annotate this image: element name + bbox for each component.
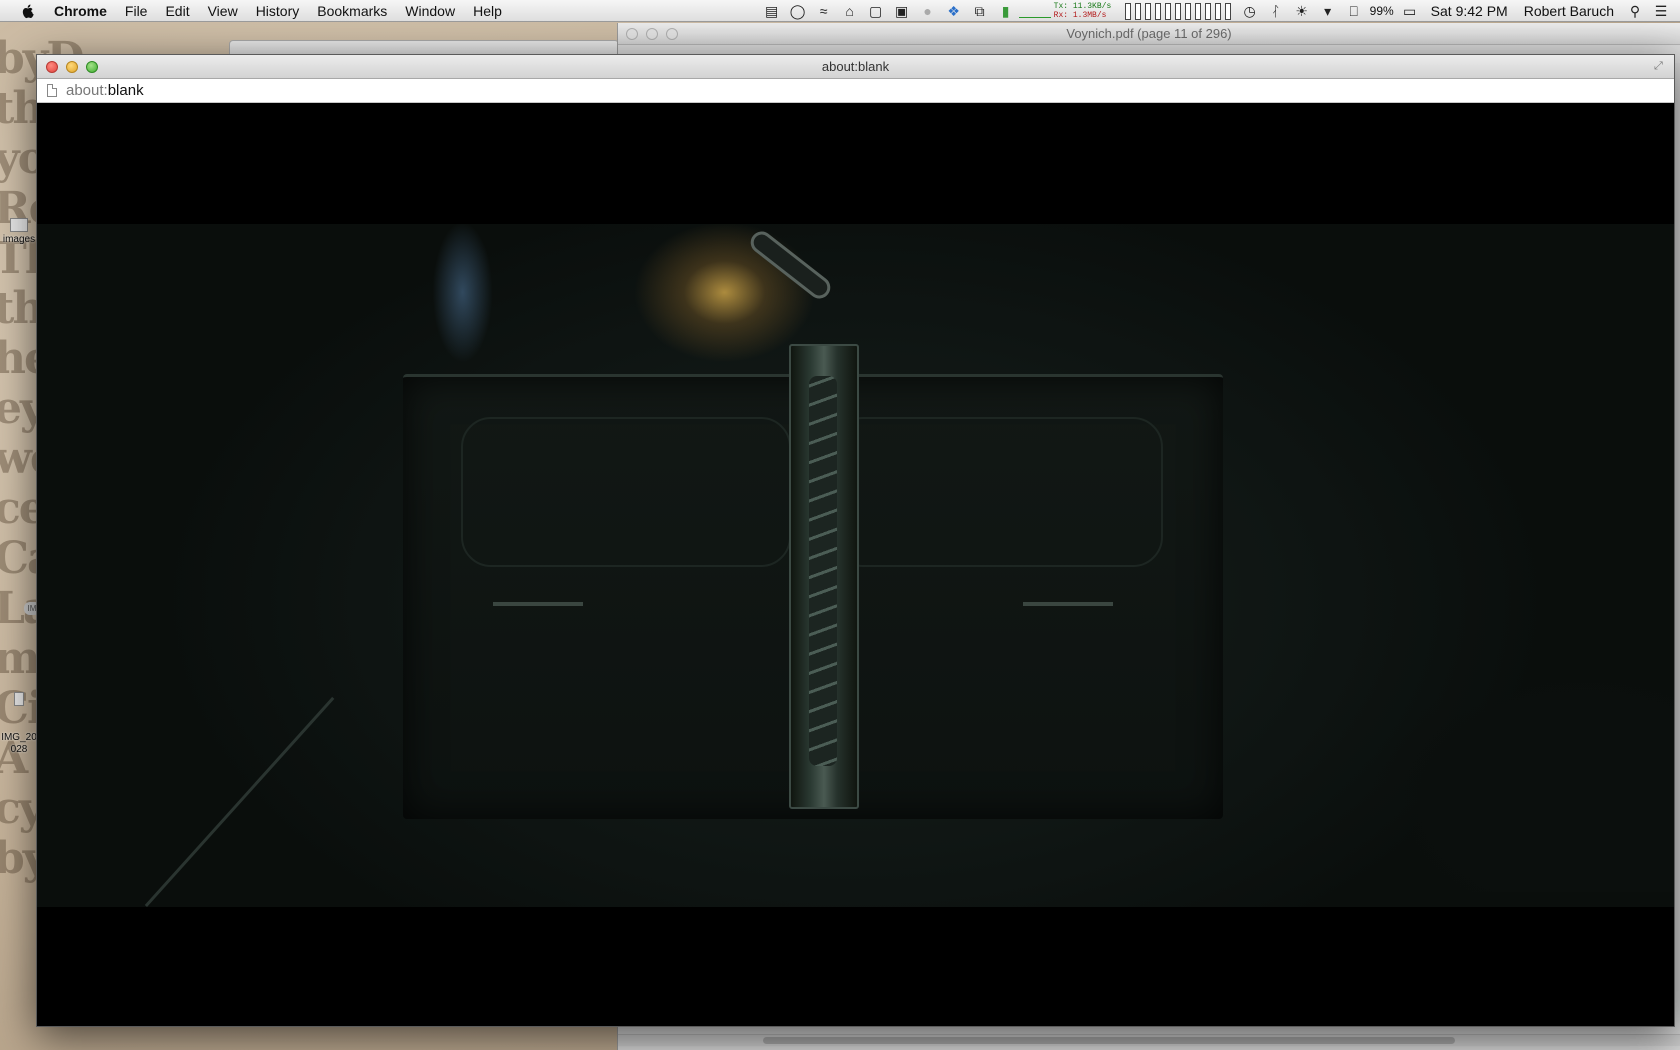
menu-help[interactable]: Help [464,0,511,22]
video-latch [789,344,859,809]
document-alert-icon[interactable]: ▢ [863,0,889,22]
preview-titlebar[interactable]: Voynich.pdf (page 11 of 296) [618,23,1680,45]
box-panel-right [833,417,1163,567]
terminal-icon[interactable]: ▣ [889,0,915,22]
network-monitor[interactable]: Tx: 11.3KB/s Rx: 1.3MB/s [1018,0,1119,22]
desktop-icon-label: images [2,234,36,245]
menu-edit[interactable]: Edit [156,0,198,22]
page-icon [47,84,57,97]
page-viewport[interactable] [37,104,1674,1026]
user-name[interactable]: Robert Baruch [1516,3,1622,19]
memory-bars-icon[interactable]: ▮ [993,0,1019,22]
preview-title: Voynich.pdf (page 11 of 296) [1066,25,1232,41]
network-tx: Tx: 11.3KB/s [1053,2,1112,11]
menu-window[interactable]: Window [396,0,464,22]
video-dark-shape [1374,662,1674,892]
volume-icon[interactable]: ▾ [1315,0,1341,22]
url-path: blank [107,82,144,99]
menu-bar: Chrome File Edit View History Bookmarks … [0,0,1680,22]
menu-view[interactable]: View [199,0,247,22]
books-icon[interactable]: ▤ [759,0,785,22]
menu-history[interactable]: History [247,0,309,22]
spotlight-icon[interactable]: ⚲ [1622,0,1648,22]
menu-file[interactable]: File [116,0,157,22]
status-area: ▤ ◯ ≈ ⌂ ▢ ▣ ● ❖ ⧉ ▮ Tx: 11.3KB/s Rx: 1.3… [759,0,1680,22]
clock[interactable]: Sat 9:42 PM [1423,3,1516,19]
address-bar[interactable]: about: blank [37,79,1674,103]
notification-bell-icon[interactable]: ● [915,0,941,22]
battery-icon[interactable]: ▭ [1397,0,1423,22]
desktop-icon-images[interactable]: images [0,218,38,245]
chrome-titlebar[interactable]: about:blank ⤢ [37,55,1674,79]
video-latch-hook [746,227,835,303]
desktop-icon-label: IMG_20 028 [1,732,37,755]
battery-percent[interactable]: 99% [1367,4,1397,18]
input-source-icon[interactable]: ⎕ [1341,0,1367,22]
url-scheme: about: [66,82,108,99]
image-file-icon [14,692,24,706]
scrollbar-thumb[interactable] [763,1037,1455,1044]
video-frame[interactable] [37,224,1674,907]
wifi-icon[interactable]: ☀ [1289,0,1315,22]
video-floor-line [144,696,335,907]
apple-menu-icon[interactable] [20,3,36,19]
time-machine-icon[interactable]: ◷ [1237,0,1263,22]
horizontal-scrollbar[interactable] [618,1034,1680,1046]
copy-icon[interactable]: ⧉ [967,0,993,22]
wifi-signal-icon[interactable]: ≈ [811,0,837,22]
window-title: about:blank [821,58,890,74]
fullscreen-icon[interactable]: ⤢ [1654,60,1668,74]
box-panel-left [461,417,791,567]
menu-app-chrome[interactable]: Chrome [50,0,116,22]
desktop-icon-img[interactable]: IMG_20 028 [0,668,38,780]
box-handle-left [493,602,583,606]
folder-icon [10,218,28,232]
dropbox-icon[interactable]: ❖ [941,0,967,22]
list-icon[interactable]: ☰ [1648,0,1674,22]
home-icon[interactable]: ⌂ [837,0,863,22]
network-graph [1018,4,1051,18]
menu-bookmarks[interactable]: Bookmarks [308,0,396,22]
headphones-icon[interactable]: ◯ [785,0,811,22]
cpu-meter[interactable] [1124,2,1231,20]
network-rx: Rx: 1.3MB/s [1053,11,1107,20]
bluetooth-icon[interactable]: ᛮ [1263,0,1289,22]
box-handle-right [1023,602,1113,606]
chrome-window[interactable]: about:blank ⤢ about: blank [36,54,1675,1027]
